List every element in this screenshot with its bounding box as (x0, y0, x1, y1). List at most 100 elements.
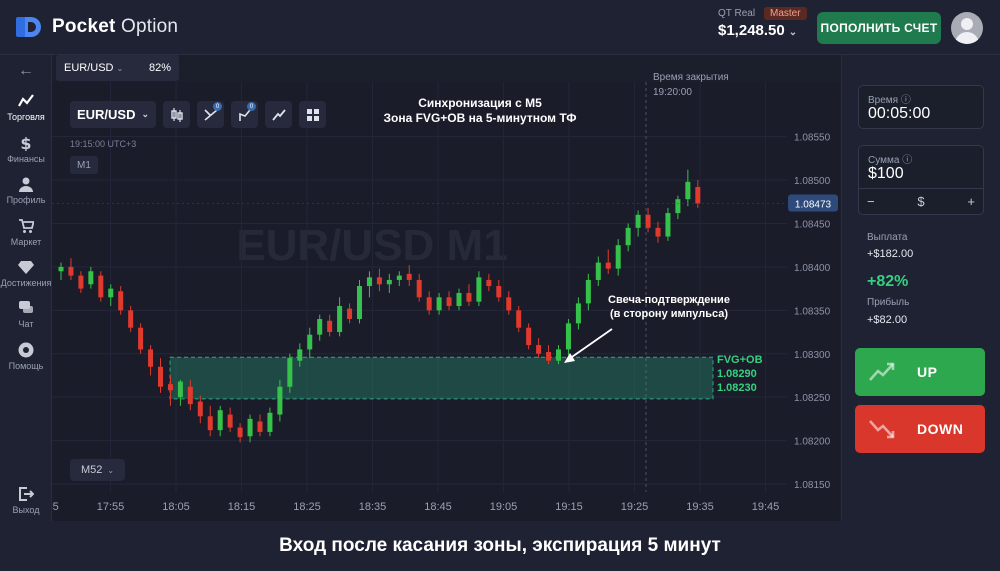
candle-body (406, 273, 412, 280)
x-tick-label: 19:45 (752, 501, 780, 513)
drawings-button[interactable]: 0 (231, 101, 258, 128)
candle-body (217, 410, 223, 431)
gem-icon (18, 261, 34, 274)
y-tick-label: 1.08550 (794, 133, 831, 144)
candle-body (167, 384, 173, 391)
candle-body (386, 279, 392, 285)
trend-line-button[interactable] (265, 101, 292, 128)
sidebar-item-trading[interactable]: Торговля (0, 93, 52, 122)
trend-up-icon (869, 362, 895, 381)
candle-body (585, 279, 591, 304)
close-time-label: Время закрытия 19:20:00 (653, 70, 729, 100)
logo-bold: Pocket (52, 16, 116, 37)
candle-body (337, 306, 343, 333)
candle-body (575, 303, 581, 324)
y-tick-label: 1.08200 (794, 437, 831, 448)
x-tick-label: 19:25 (621, 501, 649, 513)
candle-body (78, 275, 84, 289)
minus-button[interactable]: − (867, 194, 875, 209)
candle-body (177, 381, 183, 398)
drawings-badge: 0 (247, 102, 256, 111)
candle-body (446, 297, 452, 306)
logo-light: Option (115, 16, 179, 37)
sidebar-item-achievements[interactable]: Достижения (0, 259, 52, 288)
grid-icon (306, 108, 319, 121)
account-badge: Master (764, 7, 807, 20)
indicators-button[interactable]: 0 (197, 101, 224, 128)
candle-body (605, 262, 611, 269)
y-tick-label: 1.08150 (794, 480, 831, 491)
sidebar-item-label: Чат (18, 319, 34, 329)
plus-button[interactable]: + (967, 194, 975, 209)
timeframe-tag: M1 (70, 156, 98, 174)
zone-name: FVG+OB (717, 354, 763, 366)
candle-body (556, 349, 561, 361)
candle-body (118, 291, 124, 311)
y-tick-label: 1.08250 (794, 393, 831, 404)
candle-body (426, 297, 432, 311)
y-tick-label: 1.08450 (794, 220, 831, 231)
candle-body (516, 310, 522, 328)
candle-body (685, 181, 691, 200)
sidebar-item-label: Достижения (0, 278, 52, 288)
chart-toolbar: EUR/USD ⌄ 0 0 (70, 101, 326, 128)
x-tick-label: 18:25 (293, 501, 321, 513)
sidebar-item-logout[interactable]: Выход (0, 486, 52, 515)
app-root: Pocket Option QT Real Master $1,248.50 ⌄ … (0, 0, 1000, 571)
payout-percent: +82% (867, 273, 909, 290)
candle-body (297, 349, 303, 361)
header: Pocket Option QT Real Master $1,248.50 ⌄ … (0, 0, 1000, 55)
candle-body (506, 297, 512, 311)
amount-field[interactable]: Сумма ⓘ $100 (858, 145, 984, 189)
sidebar-item-profile[interactable]: Профиль (0, 176, 52, 205)
chart-type-button[interactable] (163, 101, 190, 128)
sidebar-item-market[interactable]: Маркет (0, 218, 52, 247)
cart-icon (19, 219, 34, 233)
amount-field-value: $100 (868, 165, 904, 182)
currency-button[interactable]: $ (917, 194, 924, 209)
x-tick-label: 19:05 (490, 501, 518, 513)
up-button-label: UP (917, 364, 938, 380)
avatar-body (955, 32, 979, 44)
up-button[interactable]: UP (855, 348, 985, 396)
chat-icon (19, 301, 33, 313)
zone-bottom-price: 1.08230 (717, 382, 757, 394)
down-button[interactable]: DOWN (855, 405, 985, 453)
sidebar: ← Торговля $ Финансы Профиль Маркет Дост… (0, 55, 52, 521)
candle-body (237, 427, 243, 438)
candle-body (565, 323, 571, 350)
close-time-caption: Время закрытия (653, 72, 729, 83)
account-switcher[interactable]: QT Real Master $1,248.50 ⌄ (718, 7, 807, 39)
time-field-value: 00:05:00 (868, 105, 931, 122)
logout-icon (19, 487, 34, 501)
caption: Вход после касания зоны, экспирация 5 ми… (0, 521, 1000, 571)
candle-body (526, 327, 532, 346)
candle-body (347, 308, 353, 320)
candle-body (247, 418, 253, 437)
down-button-label: DOWN (917, 421, 964, 437)
candle-body (98, 275, 104, 298)
timeframe-select[interactable]: M52 ⌄ (70, 459, 125, 481)
candle-body (128, 310, 134, 328)
amount-stepper: − $ + (858, 189, 984, 215)
pair-selector[interactable]: EUR/USD ⌄ (70, 101, 156, 128)
chevron-down-icon: ⌄ (116, 64, 124, 73)
layout-button[interactable] (299, 101, 326, 128)
deposit-button[interactable]: ПОПОЛНИТЬ СЧЕТ (817, 12, 941, 44)
sidebar-item-chat[interactable]: Чат (0, 300, 52, 329)
candle-body (645, 214, 651, 228)
sidebar-item-help[interactable]: Помощь (0, 342, 52, 371)
back-arrow-icon[interactable]: ← (18, 62, 34, 80)
time-field-label: Время ⓘ (868, 91, 911, 106)
confirm-candle-label: Свеча-подтверждение (в сторону импульса) (594, 293, 744, 321)
candle-body (138, 327, 144, 350)
sidebar-item-finance[interactable]: $ Финансы (0, 135, 52, 164)
time-field[interactable]: Время ⓘ 00:05:00 (858, 85, 984, 129)
candle-body (68, 266, 74, 276)
logo[interactable]: Pocket Option (16, 15, 178, 39)
asset-tab[interactable]: EUR/USD ⌄ 82% (56, 55, 179, 81)
x-tick-label: 17:45 (52, 501, 59, 513)
y-tick-label: 1.08500 (794, 176, 831, 187)
avatar[interactable] (951, 12, 983, 44)
candle-body (416, 279, 422, 298)
